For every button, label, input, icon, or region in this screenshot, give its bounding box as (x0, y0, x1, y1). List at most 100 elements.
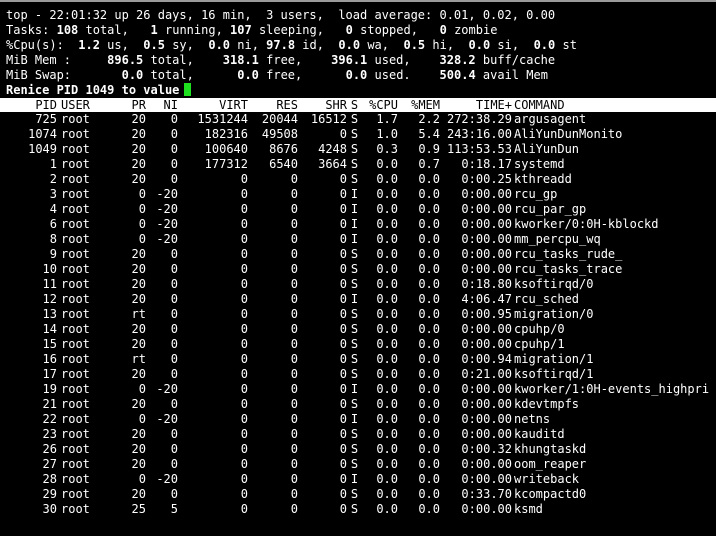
text-cursor[interactable] (184, 83, 192, 96)
cell-user: root (61, 217, 90, 231)
col-user[interactable]: USER (57, 98, 113, 112)
cell-mem: 0.0 (418, 247, 440, 261)
cell-pid: 3 (49, 187, 57, 201)
cell-shr: 0 (339, 352, 347, 366)
cell-res: 0 (290, 397, 298, 411)
process-row[interactable]: 6 root 0 -20 0 0 0 I 0.0 0.0 0:00.00 kworker/0:0H-k… (6, 217, 716, 232)
col-res[interactable]: RES (248, 98, 298, 112)
process-row[interactable]: 15 root 20 0 0 0 0 S 0.0 0.0 0:00.00 cpuhp/1 (6, 337, 716, 352)
col-virt[interactable]: VIRT (178, 98, 248, 112)
cell-virt: 0 (240, 442, 248, 456)
cell-state: I (350, 232, 359, 246)
col-pid[interactable]: PID (6, 98, 57, 112)
process-row[interactable]: 23 root 20 0 0 0 0 S 0.0 0.0 0:00.00 kauditd (6, 427, 716, 442)
process-row[interactable]: 1 root 20 0 177312 6540 3664 S 0.0 0.7 0:18.17 syst… (6, 157, 716, 172)
process-row[interactable]: 29 root 20 0 0 0 0 S 0.0 0.0 0:33.70 kcompactd0 (6, 487, 716, 502)
cell-virt: 0 (240, 247, 248, 261)
cell-shr: 0 (339, 307, 347, 321)
cell-command: kcompactd0 (514, 487, 587, 501)
cell-ni: -20 (156, 187, 178, 201)
cell-ni: 0 (170, 112, 178, 126)
process-row[interactable]: 10 root 20 0 0 0 0 S 0.0 0.0 0:00.00 rcu_tasks_trac… (6, 262, 716, 277)
cell-command: rcu_par_gp (514, 202, 587, 216)
col-shr[interactable]: SHR (298, 98, 347, 112)
process-row[interactable]: 19 root 0 -20 0 0 0 I 0.0 0.0 0:00.00 kworker/1:0H-… (6, 382, 716, 397)
cell-user: root (61, 502, 90, 516)
cell-res: 0 (290, 412, 298, 426)
cell-res: 0 (290, 472, 298, 486)
cpu-hi: 0.5 (403, 38, 426, 52)
cell-mem: 0.0 (418, 367, 440, 381)
cell-shr: 0 (339, 217, 347, 231)
process-row[interactable]: 9 root 20 0 0 0 0 S 0.0 0.0 0:00.00 rcu_tasks_rude_ (6, 247, 716, 262)
cell-time: 0:00.00 (461, 472, 512, 486)
cell-user: root (61, 427, 90, 441)
cell-ni: 0 (170, 367, 178, 381)
col-time[interactable]: TIME+ (440, 98, 512, 112)
cell-pr: 0 (138, 232, 146, 246)
cell-shr: 0 (339, 397, 347, 411)
cell-command: argusagent (514, 112, 587, 126)
cell-pid: 27 (42, 457, 57, 471)
cell-shr: 0 (339, 172, 347, 186)
col-pr[interactable]: PR (113, 98, 146, 112)
cell-ni: 0 (170, 427, 178, 441)
cell-pr: 20 (131, 157, 146, 171)
process-row[interactable]: 28 root 0 -20 0 0 0 I 0.0 0.0 0:00.00 writeback (6, 472, 716, 487)
cell-res: 0 (290, 262, 298, 276)
cell-state: I (350, 412, 359, 426)
cell-pid: 14 (42, 322, 57, 336)
process-row[interactable]: 1074 root 20 0 182316 49508 0 S 1.0 5.4 243:16.00 A… (6, 127, 716, 142)
cell-pr: 20 (131, 397, 146, 411)
col-command[interactable]: COMMAND (512, 98, 716, 112)
process-row[interactable]: 1049 root 20 0 100640 8676 4248 S 0.3 0.9 113:53.5… (6, 142, 716, 157)
cell-mem: 0.0 (418, 217, 440, 231)
process-row[interactable]: 14 root 20 0 0 0 0 S 0.0 0.0 0:00.00 cpuhp/0 (6, 322, 716, 337)
cell-command: ksoftirqd/0 (514, 277, 594, 291)
process-row[interactable]: 2 root 20 0 0 0 0 S 0.0 0.0 0:00.25 kthreadd (6, 172, 716, 187)
cell-res: 0 (290, 322, 298, 336)
cell-user: root (61, 337, 90, 351)
cell-virt: 0 (240, 382, 248, 396)
process-row[interactable]: 3 root 0 -20 0 0 0 I 0.0 0.0 0:00.00 rcu_gp (6, 187, 716, 202)
cell-time: 0:00.00 (461, 187, 512, 201)
cell-shr: 0 (339, 487, 347, 501)
cell-state: S (350, 127, 359, 141)
cell-pid: 725 (35, 112, 57, 126)
cell-mem: 0.0 (418, 292, 440, 306)
process-row[interactable]: 17 root 20 0 0 0 0 S 0.0 0.0 0:21.00 ksoftirqd/1 (6, 367, 716, 382)
col-cpu[interactable]: %CPU (362, 98, 398, 112)
cell-user: root (61, 202, 90, 216)
cell-virt: 0 (240, 367, 248, 381)
process-row[interactable]: 13 root rt 0 0 0 0 S 0.0 0.0 0:00.95 migration/0 (6, 307, 716, 322)
process-row[interactable]: 21 root 20 0 0 0 0 S 0.0 0.0 0:00.00 kdevtmpfs (6, 397, 716, 412)
process-row[interactable]: 8 root 0 -20 0 0 0 I 0.0 0.0 0:00.00 mm_percpu_wq (6, 232, 716, 247)
cell-ni: 0 (170, 397, 178, 411)
tasks-stopped: 0 (345, 23, 353, 37)
cell-command: kworker/1:0H-events_highpri (514, 382, 710, 396)
cell-mem: 0.7 (418, 157, 440, 171)
process-row[interactable]: 16 root rt 0 0 0 0 S 0.0 0.0 0:00.94 migration/1 (6, 352, 716, 367)
process-row[interactable]: 30 root 25 5 0 0 0 S 0.0 0.0 0:00.00 ksmd (6, 502, 716, 517)
cell-ni: 0 (170, 457, 178, 471)
process-row[interactable]: 12 root 20 0 0 0 0 I 0.0 0.0 4:06.47 rcu_sched (6, 292, 716, 307)
col-mem[interactable]: %MEM (398, 98, 440, 112)
col-ni[interactable]: NI (146, 98, 178, 112)
cell-shr: 0 (339, 202, 347, 216)
process-row[interactable]: 4 root 0 -20 0 0 0 I 0.0 0.0 0:00.00 rcu_par_gp (6, 202, 716, 217)
process-row[interactable]: 27 root 20 0 0 0 0 S 0.0 0.0 0:00.00 oom_reaper (6, 457, 716, 472)
cell-user: root (61, 457, 90, 471)
col-s[interactable]: S (347, 98, 362, 112)
process-row[interactable]: 725 root 20 0 1531244 20044 16512 S 1.7 2.2 272:38… (6, 112, 716, 127)
cell-shr: 0 (339, 277, 347, 291)
terminal-window[interactable]: top - 22:01:32 up 26 days, 16 min, 3 use… (0, 0, 716, 536)
cell-user: root (61, 397, 90, 411)
renice-prompt[interactable]: Renice PID 1049 to value (6, 83, 716, 98)
cell-pr: 20 (131, 277, 146, 291)
process-row[interactable]: 26 root 20 0 0 0 0 S 0.0 0.0 0:00.32 khungtaskd (6, 442, 716, 457)
process-row[interactable]: 11 root 20 0 0 0 0 S 0.0 0.0 0:18.80 ksoftirqd/0 (6, 277, 716, 292)
process-row[interactable]: 22 root 0 -20 0 0 0 I 0.0 0.0 0:00.00 netns (6, 412, 716, 427)
cell-cpu: 1.7 (376, 112, 398, 126)
cell-state: S (350, 112, 359, 126)
cell-user: root (61, 232, 90, 246)
